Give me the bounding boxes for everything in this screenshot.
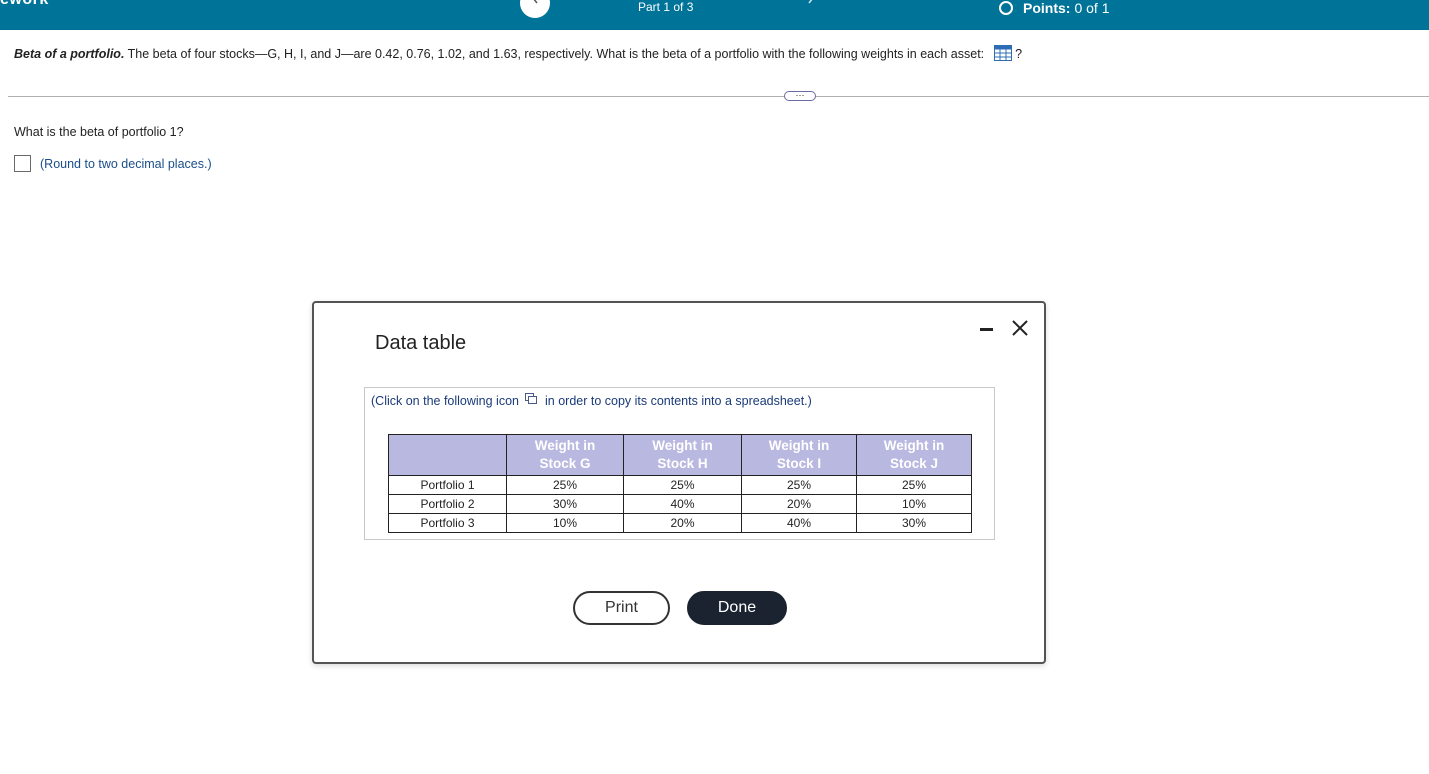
question-end: ? — [1015, 46, 1023, 61]
table-cell: 25% — [506, 475, 624, 495]
question-text: Beta of a portfolio. The beta of four st… — [14, 45, 1022, 64]
brand-name: ework — [0, 0, 49, 9]
subquestion-prompt: What is the beta of portfolio 1? — [14, 125, 184, 139]
rounding-hint: (Round to two decimal places.) — [40, 156, 212, 171]
answer-row: (Round to two decimal places.) — [14, 155, 212, 172]
answer-input[interactable] — [14, 155, 31, 172]
expand-more-button[interactable]: ⋯ — [784, 91, 816, 101]
table-cell: 20% — [741, 494, 857, 514]
minimize-button[interactable] — [980, 325, 994, 333]
column-header: Weight in Stock H — [623, 434, 742, 476]
table-cell: 25% — [623, 475, 742, 495]
column-header: Weight in Stock I — [741, 434, 857, 476]
table-cell: 40% — [623, 494, 742, 514]
table-cell: 40% — [741, 513, 857, 533]
portfolio-weights-table: Weight in Stock G Weight in Stock H Weight… — [388, 434, 972, 533]
table-cell: 30% — [856, 513, 972, 533]
previous-part-button[interactable] — [520, 0, 550, 18]
table-cell: 10% — [856, 494, 972, 514]
dialog-buttons: Print Done — [573, 591, 787, 625]
table-cell: 25% — [856, 475, 972, 495]
points-label: Points: — [1023, 0, 1071, 16]
part-indicator: Part 1 of 3 — [638, 0, 694, 14]
chevron-right-icon — [808, 0, 813, 4]
copy-note-after: in order to copy its contents into a spr… — [545, 393, 812, 408]
dialog-title: Data table — [375, 332, 467, 354]
copy-note-before: (Click on the following icon — [371, 393, 519, 408]
row-label-header — [388, 434, 507, 476]
table-cell: 25% — [741, 475, 857, 495]
table-cell: 20% — [623, 513, 742, 533]
column-header: Weight in Stock G — [506, 434, 624, 476]
next-part-button[interactable] — [796, 0, 826, 18]
copy-instructions: (Click on the following icon in order to… — [371, 393, 812, 408]
print-button[interactable]: Print — [573, 591, 670, 625]
chevron-left-icon — [533, 0, 538, 4]
done-button[interactable]: Done — [687, 591, 787, 625]
question-body: The beta of four stocks—G, H, I, and J—a… — [127, 46, 985, 61]
table-row: Portfolio 1 25% 25% 25% 25% — [388, 475, 972, 495]
close-icon — [1012, 320, 1028, 336]
table-row: Portfolio 3 10% 20% 40% 30% — [388, 513, 972, 533]
close-button[interactable] — [1010, 318, 1030, 338]
question-title: Beta of a portfolio. — [14, 46, 125, 61]
status-circle-icon — [999, 1, 1013, 15]
top-bar: ework Part 1 of 3 Points: 0 of 1 — [0, 0, 1429, 30]
data-table-frame: (Click on the following icon in order to… — [364, 387, 995, 540]
section-divider — [8, 96, 1429, 97]
points-value: 0 of 1 — [1074, 0, 1110, 16]
minimize-icon — [980, 328, 993, 331]
row-label: Portfolio 2 — [388, 494, 507, 514]
points-status: Points: 0 of 1 — [999, 0, 1109, 16]
row-label: Portfolio 1 — [388, 475, 507, 495]
data-table-dialog: Data table (Click on the following icon … — [312, 301, 1046, 664]
row-label: Portfolio 3 — [388, 513, 507, 533]
column-header: Weight in Stock J — [856, 434, 972, 476]
copy-to-spreadsheet-icon[interactable] — [525, 393, 537, 408]
table-cell: 30% — [506, 494, 624, 514]
data-table-grid-icon[interactable] — [993, 45, 1012, 64]
table-header-row: Weight in Stock G Weight in Stock H Weight… — [388, 434, 972, 476]
table-cell: 10% — [506, 513, 624, 533]
table-row: Portfolio 2 30% 40% 20% 10% — [388, 494, 972, 514]
